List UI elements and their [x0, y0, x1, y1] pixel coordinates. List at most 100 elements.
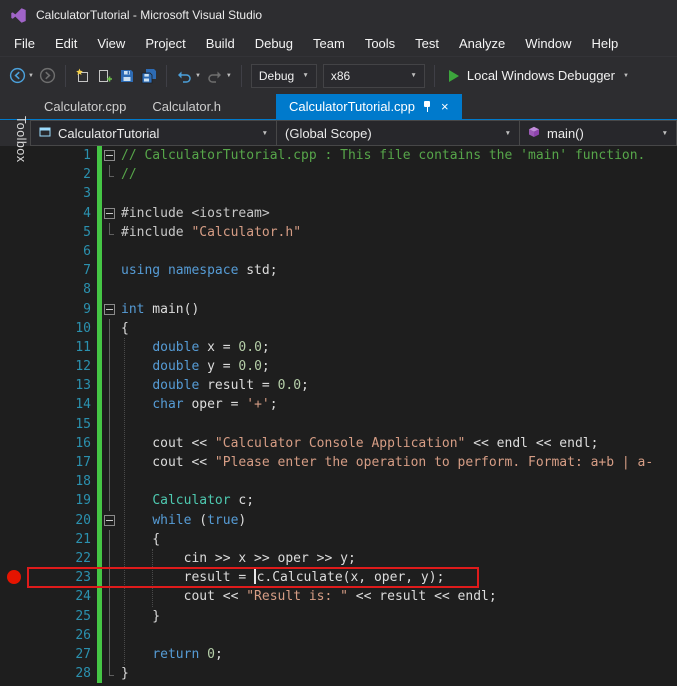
save-button[interactable]: [116, 64, 138, 88]
add-item-button[interactable]: [94, 64, 116, 88]
breakpoint-margin[interactable]: [0, 434, 29, 453]
fold-toggle-icon[interactable]: [104, 150, 115, 161]
project-dropdown[interactable]: CalculatorTutorial ▼: [30, 120, 277, 146]
breakpoint-margin[interactable]: [0, 357, 29, 376]
breakpoint-margin[interactable]: [0, 568, 29, 587]
start-debugging-button[interactable]: Local Windows Debugger ▼: [449, 68, 632, 83]
toolbox-panel-tab[interactable]: Toolbox: [2, 97, 28, 181]
code-text[interactable]: [118, 184, 677, 203]
tab-CalculatorTutorial.cpp[interactable]: CalculatorTutorial.cpp×: [276, 94, 462, 119]
code-text[interactable]: [118, 472, 677, 491]
code-text[interactable]: [118, 626, 677, 645]
navigate-forward-button[interactable]: [37, 64, 59, 88]
fold-toggle-icon[interactable]: [104, 208, 115, 219]
breakpoint-margin[interactable]: [0, 280, 29, 299]
breakpoint-margin[interactable]: [0, 664, 29, 683]
code-text[interactable]: cout << "Result is: " << result << endl;: [118, 587, 677, 606]
code-text[interactable]: return 0;: [118, 645, 677, 664]
breakpoint-margin[interactable]: [0, 607, 29, 626]
breakpoint-margin[interactable]: [0, 530, 29, 549]
breakpoint-margin[interactable]: [0, 511, 29, 530]
menu-item-build[interactable]: Build: [196, 33, 245, 54]
code-text[interactable]: double x = 0.0;: [118, 338, 677, 357]
code-text[interactable]: using namespace std;: [118, 261, 677, 280]
code-text[interactable]: [118, 242, 677, 261]
breakpoint-margin[interactable]: [0, 261, 29, 280]
breakpoint-dot[interactable]: [7, 570, 21, 584]
chevron-down-icon: ▼: [254, 130, 268, 137]
navigate-back-button[interactable]: [6, 64, 28, 88]
code-text[interactable]: cout << "Please enter the operation to p…: [118, 453, 677, 472]
code-text[interactable]: {: [118, 530, 677, 549]
menu-item-analyze[interactable]: Analyze: [449, 33, 515, 54]
fold-toggle-icon[interactable]: [104, 515, 115, 526]
breakpoint-margin[interactable]: [0, 300, 29, 319]
breakpoint-margin[interactable]: [0, 223, 29, 242]
breakpoint-margin[interactable]: [0, 338, 29, 357]
code-text[interactable]: int main(): [118, 300, 677, 319]
menu-item-tools[interactable]: Tools: [355, 33, 405, 54]
code-text[interactable]: #include <iostream>: [118, 204, 677, 223]
redo-button[interactable]: [204, 64, 226, 88]
chevron-down-icon[interactable]: ▼: [28, 73, 34, 79]
pin-icon[interactable]: [422, 100, 433, 113]
undo-button[interactable]: [173, 64, 195, 88]
breakpoint-margin[interactable]: [0, 319, 29, 338]
menu-item-help[interactable]: Help: [582, 33, 629, 54]
code-text[interactable]: }: [118, 607, 677, 626]
menu-item-edit[interactable]: Edit: [45, 33, 87, 54]
code-text[interactable]: #include "Calculator.h": [118, 223, 677, 242]
breakpoint-margin[interactable]: [0, 376, 29, 395]
breakpoint-margin[interactable]: [0, 184, 29, 203]
code-text[interactable]: //: [118, 165, 677, 184]
breakpoint-margin[interactable]: [0, 491, 29, 510]
line-number: 3: [29, 184, 97, 203]
code-token: c.Calculate(x, oper, y);: [257, 570, 445, 585]
chevron-down-icon[interactable]: ▼: [226, 73, 232, 79]
breakpoint-margin[interactable]: [0, 395, 29, 414]
breakpoint-margin[interactable]: [0, 453, 29, 472]
breakpoint-margin[interactable]: [0, 204, 29, 223]
tab-Calculator.h[interactable]: Calculator.h: [139, 94, 234, 119]
text-cursor: [254, 569, 256, 584]
debug-config-dropdown[interactable]: Debug ▼: [251, 64, 317, 88]
code-text[interactable]: cin >> x >> oper >> y;: [118, 549, 677, 568]
menu-item-window[interactable]: Window: [515, 33, 581, 54]
breakpoint-margin[interactable]: [0, 587, 29, 606]
code-text[interactable]: Calculator c;: [118, 491, 677, 510]
tab-Calculator.cpp[interactable]: Calculator.cpp: [31, 94, 139, 119]
menu-item-team[interactable]: Team: [303, 33, 355, 54]
code-text[interactable]: char oper = '+';: [118, 395, 677, 414]
menu-item-project[interactable]: Project: [135, 33, 195, 54]
code-text[interactable]: double result = 0.0;: [118, 376, 677, 395]
breakpoint-margin[interactable]: [0, 549, 29, 568]
save-all-button[interactable]: [138, 64, 160, 88]
new-project-button[interactable]: [72, 64, 94, 88]
code-text[interactable]: // CalculatorTutorial.cpp : This file co…: [118, 146, 677, 165]
platform-dropdown[interactable]: x86 ▼: [323, 64, 425, 88]
menu-item-test[interactable]: Test: [405, 33, 449, 54]
breakpoint-margin[interactable]: [0, 472, 29, 491]
breakpoint-margin[interactable]: [0, 626, 29, 645]
chevron-down-icon[interactable]: ▼: [195, 73, 201, 79]
menu-item-file[interactable]: File: [4, 33, 45, 54]
code-text[interactable]: [118, 415, 677, 434]
breakpoint-margin[interactable]: [0, 242, 29, 261]
fold-toggle-icon[interactable]: [104, 304, 115, 315]
code-text[interactable]: cout << "Calculator Console Application"…: [118, 434, 677, 453]
code-editor[interactable]: 1// CalculatorTutorial.cpp : This file c…: [0, 146, 677, 686]
member-dropdown[interactable]: main() ▼: [519, 120, 677, 146]
breakpoint-margin[interactable]: [0, 645, 29, 664]
breakpoint-margin[interactable]: [0, 415, 29, 434]
code-text[interactable]: [118, 280, 677, 299]
code-text[interactable]: result = c.Calculate(x, oper, y);: [118, 568, 677, 587]
code-text[interactable]: double y = 0.0;: [118, 357, 677, 376]
chevron-down-icon: ▼: [623, 73, 629, 79]
menu-item-debug[interactable]: Debug: [245, 33, 303, 54]
code-text[interactable]: while (true): [118, 511, 677, 530]
code-text[interactable]: }: [118, 664, 677, 683]
code-text[interactable]: {: [118, 319, 677, 338]
close-icon[interactable]: ×: [440, 100, 449, 113]
scope-dropdown[interactable]: (Global Scope) ▼: [276, 120, 520, 146]
menu-item-view[interactable]: View: [87, 33, 135, 54]
